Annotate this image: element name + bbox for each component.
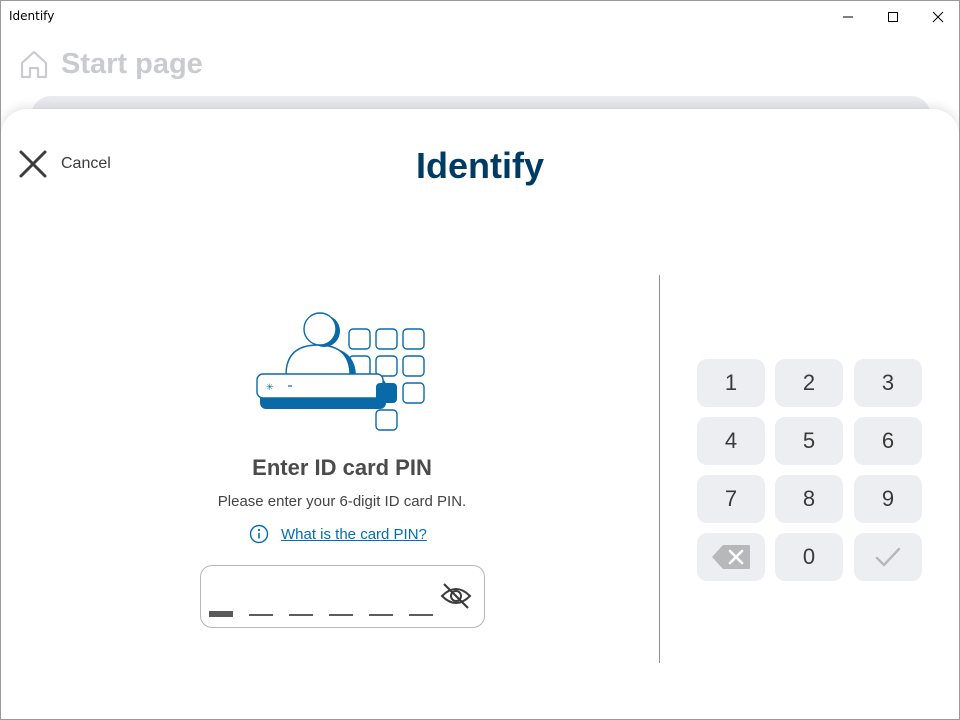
pin-digit-slot xyxy=(289,614,313,616)
info-icon xyxy=(249,524,269,544)
maximize-button[interactable] xyxy=(870,1,916,32)
minimize-button[interactable] xyxy=(825,1,871,32)
eye-off-icon[interactable] xyxy=(440,580,472,612)
checkmark-icon xyxy=(875,547,901,567)
confirm-key[interactable] xyxy=(854,533,922,581)
svg-text:✳: ✳ xyxy=(266,383,274,393)
key-4[interactable]: 4 xyxy=(697,417,765,465)
pin-digit-slot xyxy=(329,614,353,616)
key-8[interactable]: 8 xyxy=(775,475,843,523)
backspace-icon xyxy=(712,545,750,569)
minimize-icon xyxy=(843,16,853,17)
home-icon xyxy=(20,50,48,79)
key-2[interactable]: 2 xyxy=(775,359,843,407)
page-title: Start page xyxy=(61,48,203,80)
backspace-key[interactable] xyxy=(697,533,765,581)
key-1[interactable]: 1 xyxy=(697,359,765,407)
pin-input[interactable] xyxy=(200,565,485,628)
maximize-icon xyxy=(888,11,898,22)
id-card-pin-illustration: ✳ xyxy=(256,312,425,431)
pin-heading: Enter ID card PIN xyxy=(252,455,432,480)
pin-digit-slot xyxy=(209,611,233,617)
key-6[interactable]: 6 xyxy=(854,417,922,465)
window-title: Identify xyxy=(9,9,55,23)
card-pin-help-link[interactable]: What is the card PIN? xyxy=(249,523,427,545)
close-icon xyxy=(932,11,944,22)
help-link-label: What is the card PIN? xyxy=(281,525,427,543)
vertical-divider xyxy=(659,275,660,663)
dialog-title: Identify xyxy=(415,145,544,186)
pin-instructions: Please enter your 6-digit ID card PIN. xyxy=(217,493,467,510)
key-0[interactable]: 0 xyxy=(775,533,843,581)
key-3[interactable]: 3 xyxy=(854,359,922,407)
numeric-keypad: 1 2 3 4 5 6 7 8 9 0 xyxy=(697,359,923,581)
key-7[interactable]: 7 xyxy=(697,475,765,523)
app-window: Identify Start page Cancel Identify ✳ En… xyxy=(0,0,960,720)
key-5[interactable]: 5 xyxy=(775,417,843,465)
close-window-button[interactable] xyxy=(915,1,959,32)
identify-dialog: Cancel Identify ✳ Enter ID card PIN Plea… xyxy=(1,109,959,719)
pin-digit-slot xyxy=(249,614,273,616)
title-bar: Identify xyxy=(1,1,959,32)
pin-digit-slot xyxy=(409,614,433,616)
key-9[interactable]: 9 xyxy=(854,475,922,523)
pin-digit-slot xyxy=(369,614,393,616)
